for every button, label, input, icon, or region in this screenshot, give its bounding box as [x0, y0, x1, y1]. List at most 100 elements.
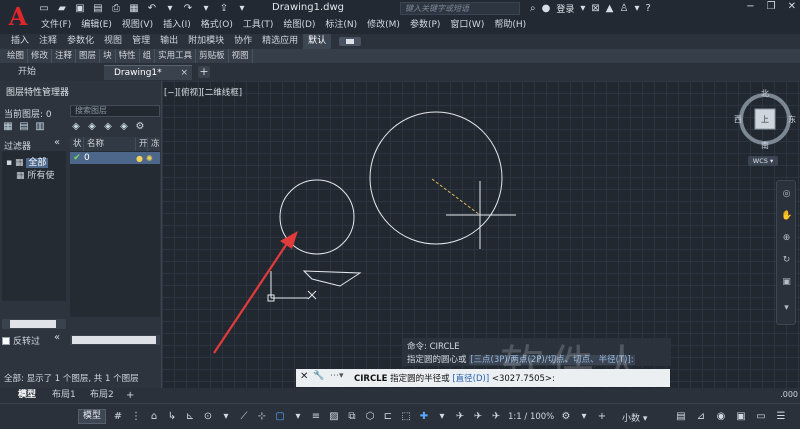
layer-list-scrollbar[interactable]: [70, 335, 160, 345]
steering-wheel-icon[interactable]: ◎: [781, 189, 792, 200]
new-property-filter-icon[interactable]: ▦: [2, 121, 14, 133]
dynamic-ucs-icon[interactable]: ⊏: [382, 410, 394, 423]
compass-west-label[interactable]: 西: [734, 114, 742, 125]
ribbon-tab-manage[interactable]: 管理: [127, 34, 155, 49]
panel-annotation[interactable]: 注释: [52, 49, 77, 63]
invert-filter-checkbox[interactable]: [2, 336, 10, 345]
filter-tree-scrollbar[interactable]: [2, 319, 66, 329]
tree-node-all[interactable]: ▪ ▦ 全部: [6, 155, 49, 168]
dropdown-icon[interactable]: ▾: [220, 410, 232, 423]
showmotion-icon[interactable]: ▣: [781, 277, 792, 288]
menu-modify[interactable]: 修改(M): [362, 18, 405, 32]
autocad-logo-icon[interactable]: A: [4, 3, 32, 31]
saveas-icon[interactable]: ▤: [92, 3, 104, 15]
wcs-menu[interactable]: WCS ▾: [748, 156, 778, 166]
lineweight-icon[interactable]: ≡: [310, 410, 322, 423]
panel-clipboard[interactable]: 剪贴板: [196, 49, 229, 63]
panel-properties[interactable]: 特性: [116, 49, 140, 63]
menu-edit[interactable]: 编辑(E): [76, 18, 117, 32]
dropdown-icon[interactable]: ▾: [292, 410, 304, 423]
dropdown-icon[interactable]: ▾: [578, 410, 590, 423]
panel-block[interactable]: 块: [100, 49, 116, 63]
compass-east-label[interactable]: 东: [788, 114, 796, 125]
panel-utilities[interactable]: 实用工具: [155, 49, 197, 63]
ribbon-tab-view[interactable]: 视图: [99, 34, 127, 49]
viewcube[interactable]: 北 南 西 东 上: [734, 88, 796, 150]
panel-groups[interactable]: 组: [140, 49, 156, 63]
account-icon[interactable]: ♙: [619, 3, 628, 14]
new-tab-button[interactable]: +: [198, 66, 210, 78]
login-button[interactable]: 登录: [556, 2, 574, 15]
plot-icon[interactable]: ▦: [128, 3, 140, 15]
sketch-shape[interactable]: [302, 270, 362, 287]
close-icon[interactable]: ✕: [300, 371, 308, 382]
selection-cycling-icon[interactable]: ⧉: [346, 410, 358, 423]
help-icon[interactable]: ?: [645, 3, 650, 14]
ribbon-tab-parametric[interactable]: 参数化: [62, 34, 99, 49]
open-icon[interactable]: ▰: [56, 3, 68, 15]
menu-help[interactable]: 帮助(H): [489, 18, 531, 32]
delete-layer-icon[interactable]: ◈: [102, 121, 114, 133]
command-prompt-icon[interactable]: ⋯▾: [330, 371, 344, 381]
undo-icon[interactable]: ↶: [146, 3, 158, 15]
dropdown-icon[interactable]: ▾: [634, 3, 639, 14]
infer-icon[interactable]: ⌂: [148, 410, 160, 423]
autodesk-app-icon[interactable]: ▲: [606, 3, 614, 14]
ribbon-minimize-toggle-icon[interactable]: [339, 37, 362, 46]
menu-view[interactable]: 视图(V): [117, 18, 158, 32]
tab-model[interactable]: 模型: [18, 389, 36, 402]
save-icon[interactable]: ▣: [74, 3, 86, 15]
isodraft-icon[interactable]: ⟋: [238, 410, 250, 423]
ortho-icon[interactable]: ⊾: [184, 410, 196, 423]
menu-insert[interactable]: 插入(I): [158, 18, 196, 32]
redo-dropdown-icon[interactable]: ▾: [200, 3, 212, 15]
menu-dimension[interactable]: 标注(N): [320, 18, 362, 32]
clean-screen-icon[interactable]: ▭: [755, 410, 767, 423]
dropdown-icon[interactable]: ▾: [436, 410, 448, 423]
undo-dropdown-icon[interactable]: ▾: [164, 3, 176, 15]
new-group-filter-icon[interactable]: ▤: [18, 121, 30, 133]
orbit-icon[interactable]: ↻: [781, 255, 792, 266]
column-name[interactable]: 名称: [84, 137, 136, 151]
search-icon[interactable]: ⌕: [530, 3, 536, 14]
model-space-button[interactable]: 模型: [78, 409, 106, 424]
new-layer-icon[interactable]: ◈: [70, 121, 82, 133]
customize-icon[interactable]: ☰: [775, 410, 787, 423]
workspace-gear-icon[interactable]: ⚙: [560, 410, 572, 423]
command-option-diameter[interactable]: [直径(D)]: [452, 374, 489, 384]
restore-icon[interactable]: ❐: [767, 1, 776, 12]
ribbon-tab-featured-apps[interactable]: 精选应用: [257, 34, 303, 49]
auto-scale-icon[interactable]: ✈: [472, 410, 484, 423]
collapse-filters-icon[interactable]: «: [54, 137, 60, 148]
menu-window[interactable]: 窗口(W): [445, 18, 489, 32]
ribbon-tab-default[interactable]: 默认: [303, 34, 332, 49]
selection-filter-icon[interactable]: ⬚: [400, 410, 412, 423]
customize-qat-icon[interactable]: ▾: [236, 3, 248, 15]
panel-layers[interactable]: 图层: [76, 49, 101, 63]
cart-icon[interactable]: ⊠: [591, 3, 599, 14]
new-icon[interactable]: ▭: [38, 3, 50, 15]
compass-north-label[interactable]: 北: [761, 88, 769, 99]
scrollbar-thumb[interactable]: [72, 336, 156, 344]
print-icon[interactable]: ⎙: [110, 3, 122, 15]
ribbon-tab-output[interactable]: 输出: [155, 34, 183, 49]
command-line[interactable]: ✕ 🔧 ⋯▾ CIRCLE 指定圆的半径或 [直径(D)] <3027.7505…: [296, 369, 670, 387]
hardware-acceleration-icon[interactable]: ▣: [735, 410, 747, 423]
annotation-scale-icon[interactable]: ✈: [490, 410, 502, 423]
add-layout-button[interactable]: +: [126, 389, 134, 402]
gizmo-icon[interactable]: ✚: [418, 410, 430, 423]
scrollbar-thumb[interactable]: [10, 320, 56, 328]
circle-large[interactable]: [369, 111, 503, 245]
menu-parametric[interactable]: 参数(P): [405, 18, 445, 32]
quick-properties-icon[interactable]: ▤: [675, 410, 687, 423]
tree-node-used[interactable]: ▦ 所有使: [16, 168, 54, 181]
lightbulb-icon[interactable]: ●: [136, 154, 146, 163]
sun-icon[interactable]: ✺: [146, 154, 153, 163]
close-icon[interactable]: ×: [180, 66, 188, 81]
panel-draw[interactable]: 绘图: [4, 49, 29, 63]
navbar-dropdown-icon[interactable]: ▾: [781, 303, 792, 314]
minimize-icon[interactable]: −: [746, 1, 754, 12]
annotation-visibility-icon[interactable]: ✈: [454, 410, 466, 423]
object-snap-icon[interactable]: ▢: [274, 410, 286, 423]
close-icon[interactable]: ✕: [788, 1, 796, 12]
